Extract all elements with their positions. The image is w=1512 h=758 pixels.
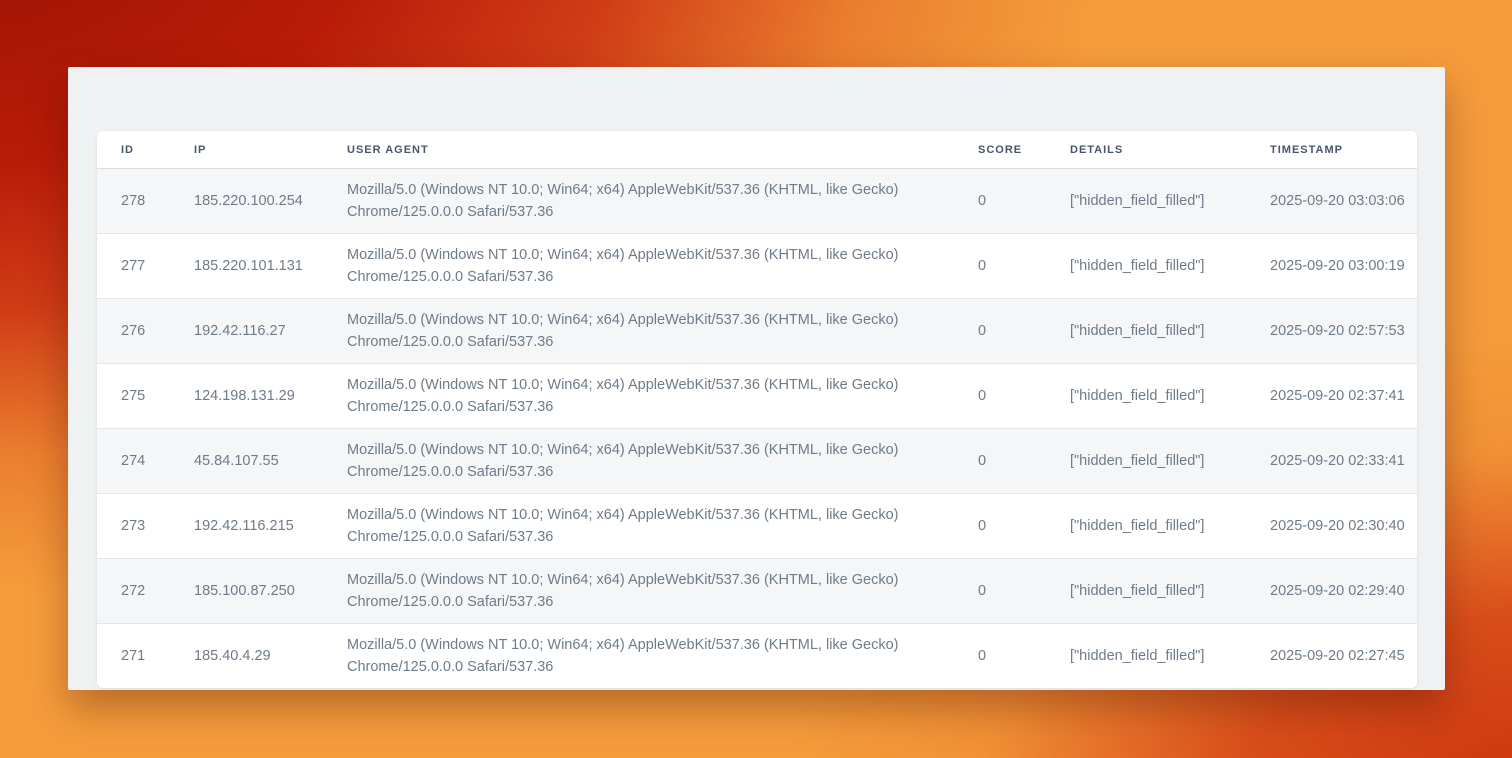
table-row: 276 192.42.116.27 Mozilla/5.0 (Windows N… [97, 299, 1417, 364]
cell-id: 274 [97, 429, 170, 494]
table-row: 272 185.100.87.250 Mozilla/5.0 (Windows … [97, 559, 1417, 624]
cell-details: ["hidden_field_filled"] [1046, 559, 1246, 624]
captcha-logs-table: ID IP USER AGENT SCORE DETAILS TIMESTAMP… [97, 131, 1417, 688]
cell-score: 0 [954, 234, 1046, 299]
column-header-id: ID [97, 131, 170, 169]
captcha-logs-table-container: ID IP USER AGENT SCORE DETAILS TIMESTAMP… [97, 131, 1417, 688]
cell-details: ["hidden_field_filled"] [1046, 234, 1246, 299]
cell-id: 276 [97, 299, 170, 364]
cell-ip: 124.198.131.29 [170, 364, 323, 429]
cell-details: ["hidden_field_filled"] [1046, 364, 1246, 429]
table-row: 274 45.84.107.55 Mozilla/5.0 (Windows NT… [97, 429, 1417, 494]
cell-timestamp: 2025-09-20 03:00:19 [1246, 234, 1417, 299]
table-row: 277 185.220.101.131 Mozilla/5.0 (Windows… [97, 234, 1417, 299]
cell-ip: 185.40.4.29 [170, 624, 323, 689]
cell-timestamp: 2025-09-20 02:37:41 [1246, 364, 1417, 429]
cell-useragent: Mozilla/5.0 (Windows NT 10.0; Win64; x64… [323, 169, 954, 234]
table-header: ID IP USER AGENT SCORE DETAILS TIMESTAMP [97, 131, 1417, 169]
cell-details: ["hidden_field_filled"] [1046, 299, 1246, 364]
cell-details: ["hidden_field_filled"] [1046, 494, 1246, 559]
table-header-row: ID IP USER AGENT SCORE DETAILS TIMESTAMP [97, 131, 1417, 169]
cell-ip: 185.220.101.131 [170, 234, 323, 299]
cell-score: 0 [954, 169, 1046, 234]
cell-timestamp: 2025-09-20 02:30:40 [1246, 494, 1417, 559]
cell-details: ["hidden_field_filled"] [1046, 624, 1246, 689]
cell-id: 271 [97, 624, 170, 689]
cell-timestamp: 2025-09-20 02:57:53 [1246, 299, 1417, 364]
cell-timestamp: 2025-09-20 02:33:41 [1246, 429, 1417, 494]
cell-useragent: Mozilla/5.0 (Windows NT 10.0; Win64; x64… [323, 559, 954, 624]
cell-id: 278 [97, 169, 170, 234]
table-row: 275 124.198.131.29 Mozilla/5.0 (Windows … [97, 364, 1417, 429]
cell-useragent: Mozilla/5.0 (Windows NT 10.0; Win64; x64… [323, 299, 954, 364]
cell-timestamp: 2025-09-20 03:03:06 [1246, 169, 1417, 234]
cell-useragent: Mozilla/5.0 (Windows NT 10.0; Win64; x64… [323, 234, 954, 299]
cell-id: 273 [97, 494, 170, 559]
table-row: 278 185.220.100.254 Mozilla/5.0 (Windows… [97, 169, 1417, 234]
cell-id: 277 [97, 234, 170, 299]
cell-useragent: Mozilla/5.0 (Windows NT 10.0; Win64; x64… [323, 429, 954, 494]
column-header-score: SCORE [954, 131, 1046, 169]
table-row: 271 185.40.4.29 Mozilla/5.0 (Windows NT … [97, 624, 1417, 689]
captcha-logs-card: Captcha Logs ID IP USER AGENT SCORE DETA… [68, 67, 1445, 690]
table-body: 278 185.220.100.254 Mozilla/5.0 (Windows… [97, 169, 1417, 689]
cell-score: 0 [954, 494, 1046, 559]
column-header-useragent: USER AGENT [323, 131, 954, 169]
table-row: 273 192.42.116.215 Mozilla/5.0 (Windows … [97, 494, 1417, 559]
cell-useragent: Mozilla/5.0 (Windows NT 10.0; Win64; x64… [323, 364, 954, 429]
column-header-timestamp: TIMESTAMP [1246, 131, 1417, 169]
cell-score: 0 [954, 559, 1046, 624]
cell-useragent: Mozilla/5.0 (Windows NT 10.0; Win64; x64… [323, 624, 954, 689]
column-header-ip: IP [170, 131, 323, 169]
desktop-background: { "page": { "title": "Captcha Logs" }, "… [0, 0, 1512, 758]
cell-id: 272 [97, 559, 170, 624]
cell-score: 0 [954, 429, 1046, 494]
cell-ip: 185.220.100.254 [170, 169, 323, 234]
cell-ip: 45.84.107.55 [170, 429, 323, 494]
cell-score: 0 [954, 624, 1046, 689]
cell-useragent: Mozilla/5.0 (Windows NT 10.0; Win64; x64… [323, 494, 954, 559]
cell-timestamp: 2025-09-20 02:29:40 [1246, 559, 1417, 624]
column-header-details: DETAILS [1046, 131, 1246, 169]
cell-ip: 192.42.116.27 [170, 299, 323, 364]
cell-timestamp: 2025-09-20 02:27:45 [1246, 624, 1417, 689]
cell-id: 275 [97, 364, 170, 429]
cell-score: 0 [954, 364, 1046, 429]
cell-details: ["hidden_field_filled"] [1046, 169, 1246, 234]
cell-details: ["hidden_field_filled"] [1046, 429, 1246, 494]
cell-ip: 192.42.116.215 [170, 494, 323, 559]
cell-ip: 185.100.87.250 [170, 559, 323, 624]
cell-score: 0 [954, 299, 1046, 364]
